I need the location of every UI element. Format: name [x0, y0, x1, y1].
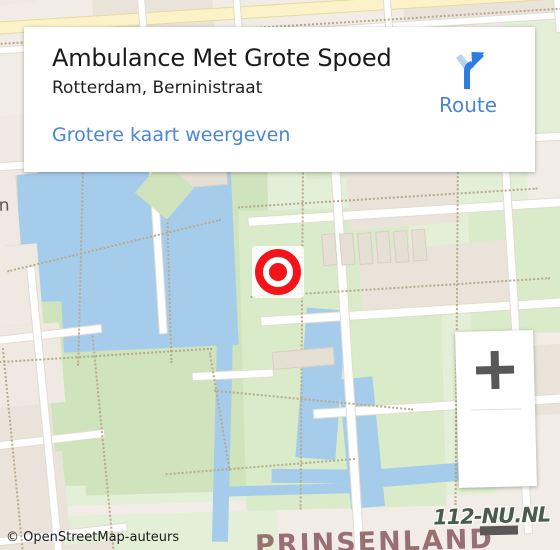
place-subtitle: Rotterdam, Berninistraat	[52, 78, 263, 98]
marker-center-dot	[269, 263, 287, 281]
map-attribution: © OpenStreetMap-auteurs	[6, 530, 180, 545]
card-text-block: Ambulance Met Grote Spoed Rotterdam, Ber…	[52, 43, 415, 101]
building	[357, 232, 374, 266]
place-info-card: Ambulance Met Grote Spoed Rotterdam, Ber…	[24, 27, 535, 172]
building	[410, 228, 428, 262]
route-fork-arrow-icon	[456, 52, 485, 89]
street-label: aan	[0, 195, 10, 217]
building	[392, 230, 410, 264]
page-title: Ambulance Met Grote Spoed	[52, 44, 392, 72]
view-larger-map-link[interactable]: Grotere kaart weergeven	[52, 124, 290, 146]
water-channel	[271, 468, 352, 484]
building	[321, 233, 338, 267]
plus-icon	[490, 350, 500, 390]
map-screenshot-root: aan Ambulance Met Grote Spoed Rotterdam,…	[0, 0, 560, 550]
route-button[interactable]: Route	[423, 49, 513, 117]
route-label: Route	[438, 93, 498, 117]
minus-icon	[479, 525, 519, 536]
map-marker[interactable]	[252, 246, 304, 298]
building	[339, 232, 356, 266]
building	[375, 230, 392, 264]
zoom-in-button[interactable]	[455, 330, 535, 409]
zoom-control	[455, 330, 537, 536]
zoom-out-button[interactable]	[457, 409, 537, 536]
